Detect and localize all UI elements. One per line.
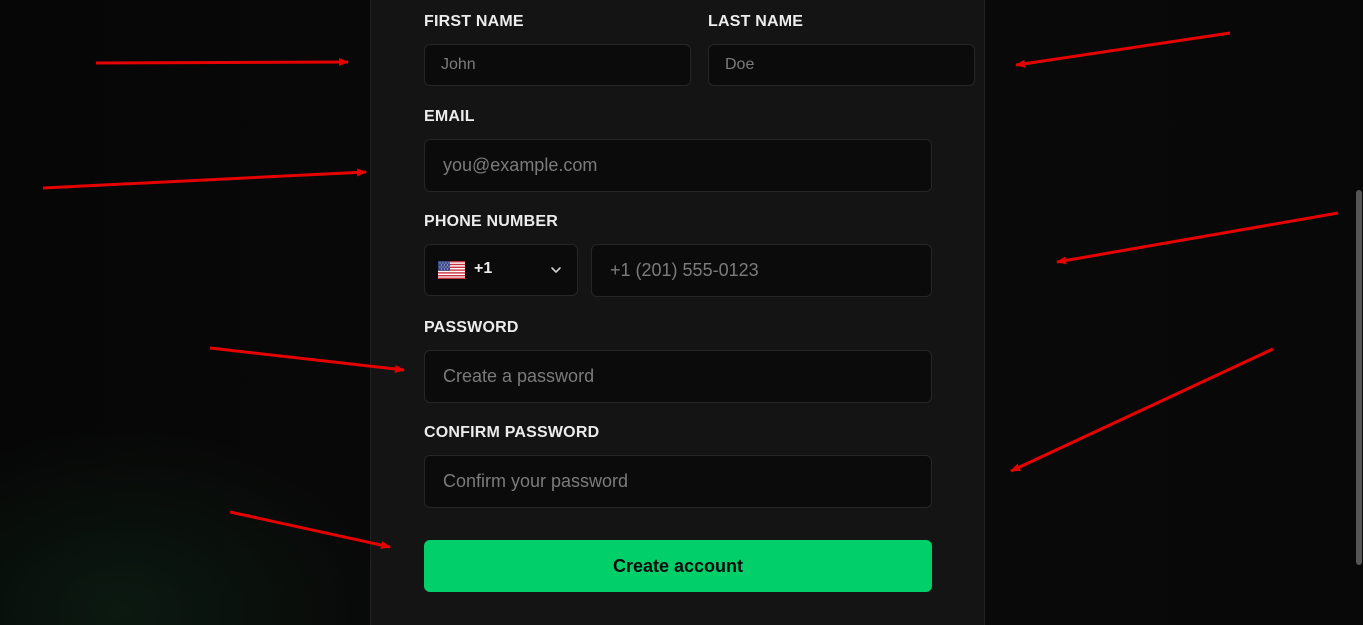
first-name-input[interactable] [425,45,690,85]
confirm-password-input[interactable] [425,456,931,507]
signup-form-panel [370,0,985,625]
phone-number-label: PHONE NUMBER [424,213,558,230]
us-flag-icon [438,261,465,279]
password-label: PASSWORD [424,319,519,336]
scrollbar-thumb[interactable] [1356,190,1362,565]
first-name-field-wrapper [424,44,691,86]
last-name-label: LAST NAME [708,13,804,30]
chevron-down-icon [551,267,561,273]
confirm-password-field-wrapper [424,455,932,508]
phone-number-input[interactable] [592,245,931,296]
confirm-password-label: CONFIRM PASSWORD [424,424,600,441]
last-name-field-wrapper [708,44,975,86]
email-input[interactable] [425,140,931,191]
country-code-select[interactable]: +1 [424,244,578,296]
email-label: EMAIL [424,108,475,125]
password-input[interactable] [425,351,931,402]
password-field-wrapper [424,350,932,403]
last-name-input[interactable] [709,45,974,85]
phone-field-wrapper [591,244,932,297]
country-code-value: +1 [474,260,493,277]
create-account-button[interactable]: Create account [424,540,932,592]
first-name-label: FIRST NAME [424,13,524,30]
email-field-wrapper [424,139,932,192]
